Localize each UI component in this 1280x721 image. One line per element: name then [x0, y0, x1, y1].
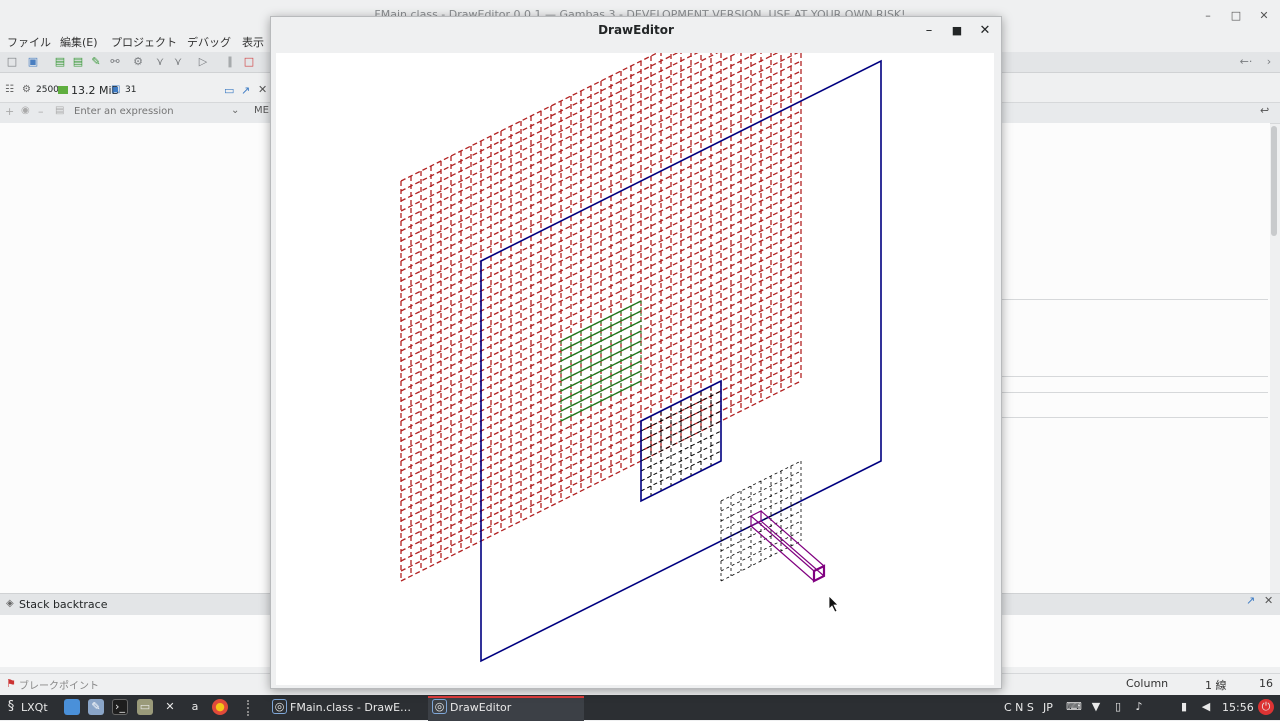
lxqt-logo-icon[interactable]: §: [3, 699, 19, 715]
task-fmain-label: FMain.class - DrawE…: [290, 701, 412, 714]
column-indicator: 16: [1259, 677, 1273, 690]
gambas-icon[interactable]: ✕: [162, 699, 178, 715]
prism-edge: [750, 525, 815, 582]
pause-icon[interactable]: ∥: [223, 55, 237, 69]
link-icon[interactable]: ⚯: [108, 55, 122, 69]
screen-icon[interactable]: ▮: [1176, 699, 1192, 715]
keyboard-layout[interactable]: JP: [1043, 701, 1053, 714]
right-panel: [1000, 123, 1270, 593]
taskbar-separator: [247, 700, 251, 716]
menu-debug[interactable]: デバッグ: [187, 34, 231, 50]
remove-watch-icon[interactable]: –: [38, 105, 44, 118]
divider: [1000, 392, 1268, 393]
minimize-icon[interactable]: –: [1200, 8, 1216, 24]
drawing-canvas[interactable]: [276, 0, 994, 685]
divider: [1000, 299, 1268, 300]
close-icon[interactable]: ✕: [975, 21, 995, 41]
breakpoints-tab[interactable]: ブレークポイント: [19, 677, 99, 692]
line-indicator: 1 線: [1205, 679, 1227, 692]
class-count-icon: ▣: [111, 84, 121, 95]
text-editor-icon[interactable]: ✎: [88, 699, 104, 715]
menu-view[interactable]: 表示: [242, 34, 264, 50]
tree-icon[interactable]: ☷: [5, 84, 14, 95]
chrome-icon[interactable]: ●: [212, 699, 228, 715]
eye-icon[interactable]: ◉: [21, 105, 30, 116]
draweditor-title: DrawEditor: [598, 23, 674, 37]
compile-icon[interactable]: ⋎: [153, 55, 167, 69]
history-nav-icon[interactable]: ←·: [1236, 55, 1256, 69]
external-link-icon[interactable]: ↗: [241, 84, 250, 97]
clock: 15:56: [1222, 701, 1254, 714]
keyboard-state: C N S: [1004, 701, 1034, 714]
run-icon[interactable]: ▷: [196, 55, 210, 69]
delete-watch-icon[interactable]: ▤: [55, 105, 64, 116]
stack-backtrace-title: Stack backtrace: [19, 598, 108, 611]
expression-input[interactable]: [74, 104, 224, 118]
save-all-icon[interactable]: ▤: [71, 55, 85, 69]
menu-project[interactable]: プロジェクト: [111, 34, 177, 50]
start-menu-label[interactable]: LXQt: [21, 701, 48, 714]
terminal-icon[interactable]: ›_: [112, 699, 128, 715]
volume-icon[interactable]: ◀: [1198, 699, 1214, 715]
save-icon[interactable]: ▤: [53, 55, 67, 69]
edit-icon[interactable]: ✎: [89, 55, 103, 69]
scene-svg: [400, 0, 882, 663]
clipboard-icon[interactable]: ▯: [1110, 699, 1126, 715]
expr-tab-label[interactable]: ME: [254, 105, 269, 116]
mouse-cursor-icon: [828, 595, 839, 613]
column-label: Column: [1126, 677, 1169, 690]
wifi-icon[interactable]: ▼: [1088, 699, 1104, 715]
maximize-icon[interactable]: □: [1228, 8, 1244, 24]
vertical-scrollbar[interactable]: [1271, 126, 1277, 236]
divider: [1000, 376, 1268, 377]
wrap-icon[interactable]: ↩: [1260, 104, 1269, 117]
stack-icon: ◈: [6, 598, 14, 609]
keyboard-icon[interactable]: ⌨: [1066, 699, 1082, 715]
maximize-icon[interactable]: ■: [947, 21, 967, 41]
compile-all-icon[interactable]: ⋎: [171, 55, 185, 69]
debug-value: 2500: [36, 85, 59, 95]
memory-icon: [58, 86, 68, 94]
prism-edge: [760, 510, 825, 567]
folder-icon[interactable]: ▭: [224, 84, 234, 97]
a-app-icon[interactable]: a: [187, 699, 203, 715]
notification-icon[interactable]: ♪: [1131, 699, 1147, 715]
close-icon[interactable]: ✕: [1256, 8, 1272, 24]
draweditor-task-icon: ◎: [432, 699, 447, 714]
task-draweditor-label: DrawEditor: [450, 701, 512, 714]
power-icon[interactable]: ⏻: [1258, 699, 1274, 715]
chevron-down-icon[interactable]: ⌄: [231, 105, 239, 116]
close-panel-icon[interactable]: ✕: [258, 83, 267, 96]
menu-file[interactable]: ファイル: [7, 34, 51, 50]
prism-edge: [750, 515, 815, 572]
menu-edit[interactable]: 編集(E): [60, 34, 98, 50]
draweditor-window: DrawEditor – ■ ✕: [270, 0, 1002, 689]
toolbar-more-icon[interactable]: ›: [1262, 55, 1276, 69]
new-file-icon[interactable]: □: [5, 55, 19, 69]
desktop-icon[interactable]: [64, 699, 80, 715]
class-count: 31: [125, 85, 137, 95]
left-panel: [0, 123, 270, 593]
external-link-icon[interactable]: ↗: [1246, 594, 1255, 607]
close-panel-icon[interactable]: ✕: [1264, 594, 1273, 607]
breakpoint-icon[interactable]: ⚑: [6, 677, 16, 690]
gambas-task-icon: ◎: [272, 699, 287, 714]
minimize-icon[interactable]: –: [919, 21, 939, 41]
divider: [1000, 417, 1268, 418]
gear-icon[interactable]: ⚙: [22, 84, 31, 95]
stop-icon[interactable]: □: [242, 55, 256, 69]
open-project-icon[interactable]: ▣: [26, 55, 40, 69]
settings-icon[interactable]: ⚙: [131, 55, 145, 69]
prism-edge: [760, 520, 825, 577]
add-watch-icon[interactable]: +: [5, 105, 14, 118]
file-manager-icon[interactable]: ▭: [137, 699, 153, 715]
